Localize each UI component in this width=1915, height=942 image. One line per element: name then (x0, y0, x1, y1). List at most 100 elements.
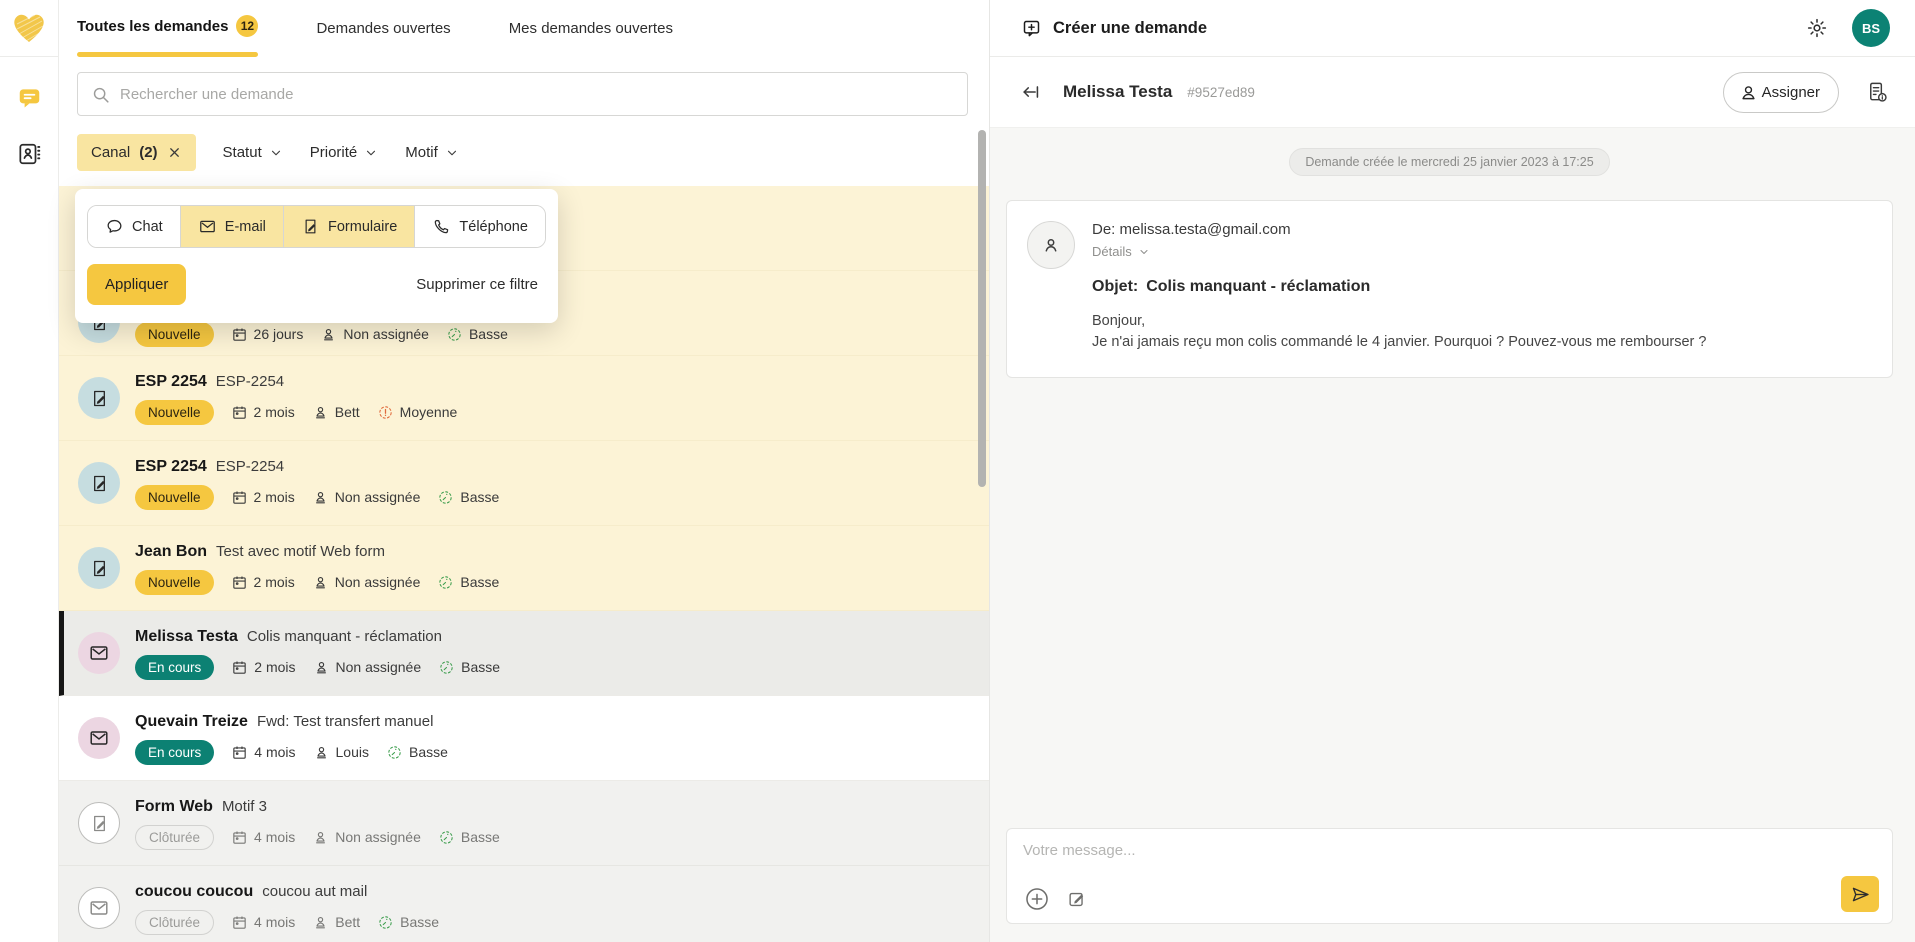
form-channel-icon (89, 813, 110, 834)
email-details-toggle[interactable]: Détails (1092, 244, 1706, 259)
request-priority: Basse (438, 659, 500, 676)
assignee-person-icon (313, 659, 330, 676)
assignee-person-icon (313, 744, 330, 761)
status-badge: En cours (135, 655, 214, 680)
user-avatar[interactable]: BS (1852, 9, 1890, 47)
filter-dropdown-motif[interactable]: Motif (405, 144, 459, 161)
status-badge: Clôturée (135, 910, 214, 935)
request-assignee: Non assignée (312, 574, 421, 591)
request-assignee: Non assignée (313, 659, 422, 676)
request-row[interactable]: Jean BonTest avec motif Web form Nouvell… (59, 526, 989, 611)
request-priority: Basse (386, 744, 448, 761)
request-name: Melissa Testa (135, 628, 238, 645)
calendar-icon (231, 404, 248, 421)
app-logo[interactable] (0, 0, 58, 57)
phone-icon (432, 217, 451, 236)
remove-filter-button[interactable]: Supprimer ce filtre (416, 276, 538, 293)
request-info-icon[interactable] (1865, 80, 1890, 105)
request-age: 4 mois (231, 914, 295, 931)
settings-gear-icon[interactable] (1806, 17, 1828, 39)
request-row[interactable]: Quevain TreizeFwd: Test transfert manuel… (59, 696, 989, 781)
request-row[interactable]: ESP 2254ESP-2254 Nouvelle 2 mois Non ass… (59, 441, 989, 526)
request-age: 26 jours (231, 326, 304, 343)
channel-option-email[interactable]: E-mail (181, 206, 284, 247)
contact-name: Melissa Testa (1063, 82, 1172, 102)
request-assignee: Bett (312, 914, 360, 931)
request-assignee: Non assignée (320, 326, 429, 343)
create-request-icon (1021, 18, 1042, 39)
created-date-chip: Demande créée le mercredi 25 janvier 202… (1289, 148, 1609, 176)
close-icon[interactable] (167, 145, 182, 160)
request-age: 2 mois (231, 574, 295, 591)
request-priority: Basse (377, 914, 439, 931)
create-request-label: Créer une demande (1053, 19, 1207, 38)
priority-medium-icon (377, 404, 394, 421)
calendar-icon (231, 744, 248, 761)
request-age: 2 mois (231, 659, 295, 676)
message-input[interactable] (1023, 842, 1878, 876)
chevron-down-icon (445, 146, 459, 160)
request-name: coucou coucou (135, 883, 253, 900)
assignee-person-icon (312, 574, 329, 591)
create-request-button[interactable]: Créer une demande (1021, 18, 1207, 39)
request-row[interactable]: coucou coucoucoucou aut mail Clôturée 4 … (59, 866, 989, 942)
form-channel-icon (89, 558, 110, 579)
form-icon (301, 217, 320, 236)
assignee-person-icon (312, 829, 329, 846)
tab-my-open-requests[interactable]: Mes demandes ouvertes (509, 20, 673, 57)
request-assignee: Louis (313, 744, 369, 761)
request-name: ESP 2254 (135, 373, 207, 390)
request-row[interactable]: Form WebMotif 3 Clôturée 4 mois Non assi… (59, 781, 989, 866)
tab-all-requests[interactable]: Toutes les demandes 12 (77, 15, 258, 57)
request-priority: Basse (437, 574, 499, 591)
calendar-icon (231, 489, 248, 506)
filter-chip-canal[interactable]: Canal (2) (77, 134, 196, 171)
send-button[interactable] (1841, 876, 1879, 912)
conversations-nav-icon[interactable] (16, 85, 43, 111)
filter-dropdown-statut[interactable]: Statut (223, 144, 283, 161)
note-edit-icon (1066, 888, 1088, 910)
status-badge: Nouvelle (135, 485, 214, 510)
request-age: 2 mois (231, 489, 295, 506)
status-badge: En cours (135, 740, 214, 765)
channel-option-phone[interactable]: Téléphone (415, 206, 545, 247)
request-name: Quevain Treize (135, 713, 248, 730)
apply-filter-button[interactable]: Appliquer (87, 264, 186, 305)
request-priority: Basse (438, 829, 500, 846)
notes-button[interactable] (1066, 888, 1088, 910)
email-subject: Objet:Colis manquant - réclamation (1092, 278, 1706, 296)
send-plane-icon (1850, 884, 1871, 905)
email-channel-icon (88, 727, 110, 749)
search-area (59, 57, 989, 129)
request-priority: Basse (446, 326, 508, 343)
filter-dropdown-priorite[interactable]: Priorité (310, 144, 379, 161)
request-row[interactable]: Melissa TestaColis manquant - réclamatio… (59, 611, 989, 696)
back-arrow-icon (1020, 81, 1042, 103)
channel-option-form[interactable]: Formulaire (284, 206, 415, 247)
assign-button[interactable]: Assigner (1723, 72, 1839, 113)
priority-low-icon (437, 489, 454, 506)
back-button[interactable] (1020, 81, 1042, 103)
search-input[interactable] (77, 72, 968, 116)
chat-icon (105, 217, 124, 236)
assignee-person-icon (312, 489, 329, 506)
calendar-icon (231, 326, 248, 343)
contacts-nav-icon[interactable] (16, 141, 42, 167)
assignee-person-icon (320, 326, 337, 343)
message-composer (1006, 828, 1893, 924)
request-subject: ESP-2254 (216, 373, 284, 390)
request-assignee: Non assignée (312, 489, 421, 506)
tab-open-requests[interactable]: Demandes ouvertes (316, 20, 450, 57)
plus-circle-icon (1023, 885, 1051, 913)
calendar-icon (231, 829, 248, 846)
tab-all-requests-count: 12 (236, 15, 258, 37)
channel-option-chat[interactable]: Chat (88, 206, 181, 247)
attach-button[interactable] (1023, 885, 1051, 913)
detail-topbar: Créer une demande BS (990, 0, 1915, 57)
email-channel-icon (88, 642, 110, 664)
request-name: ESP 2254 (135, 458, 207, 475)
request-row[interactable]: ESP 2254ESP-2254 Nouvelle 2 mois Bett (59, 356, 989, 441)
email-icon (198, 217, 217, 236)
ticket-id: #9527ed89 (1187, 85, 1255, 100)
list-scrollbar[interactable] (978, 130, 986, 487)
